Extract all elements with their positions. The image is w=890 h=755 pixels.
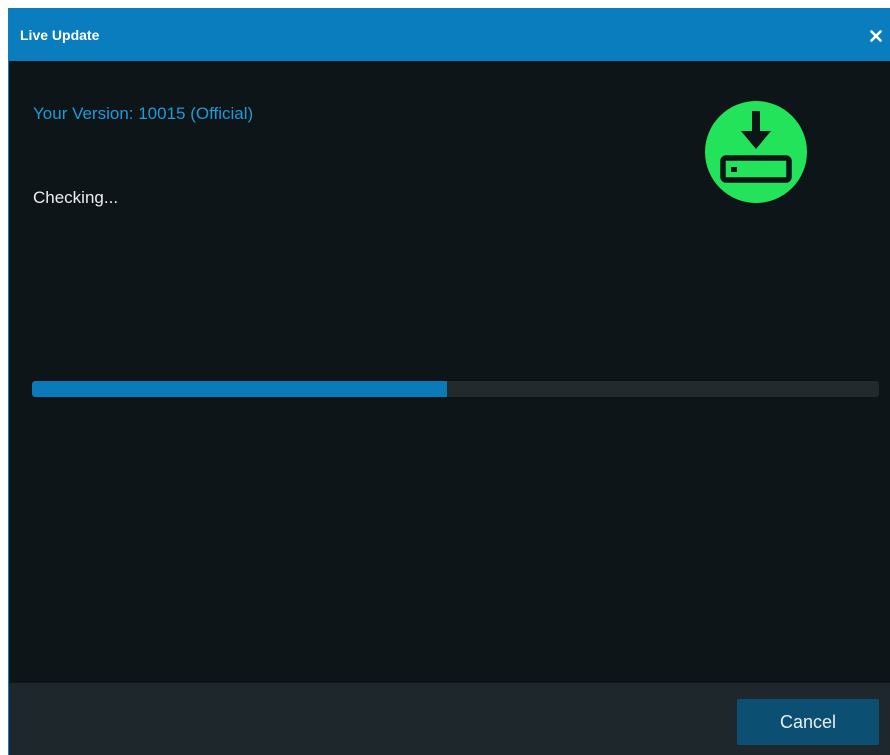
progress-fill xyxy=(32,381,448,397)
close-button[interactable] xyxy=(861,21,890,51)
close-icon xyxy=(870,30,882,42)
progress-bar xyxy=(32,381,879,397)
live-update-dialog: Live Update Your Version: 10015 (Officia… xyxy=(8,8,890,755)
download-icon xyxy=(705,101,807,203)
dialog-title: Live Update xyxy=(20,27,100,43)
cancel-button[interactable]: Cancel xyxy=(737,699,879,745)
version-text: Your Version: 10015 (Official) xyxy=(33,104,254,123)
status-text: Checking... xyxy=(33,188,119,207)
dialog-footer: Cancel xyxy=(9,683,890,755)
title-bar: Live Update xyxy=(9,8,890,61)
